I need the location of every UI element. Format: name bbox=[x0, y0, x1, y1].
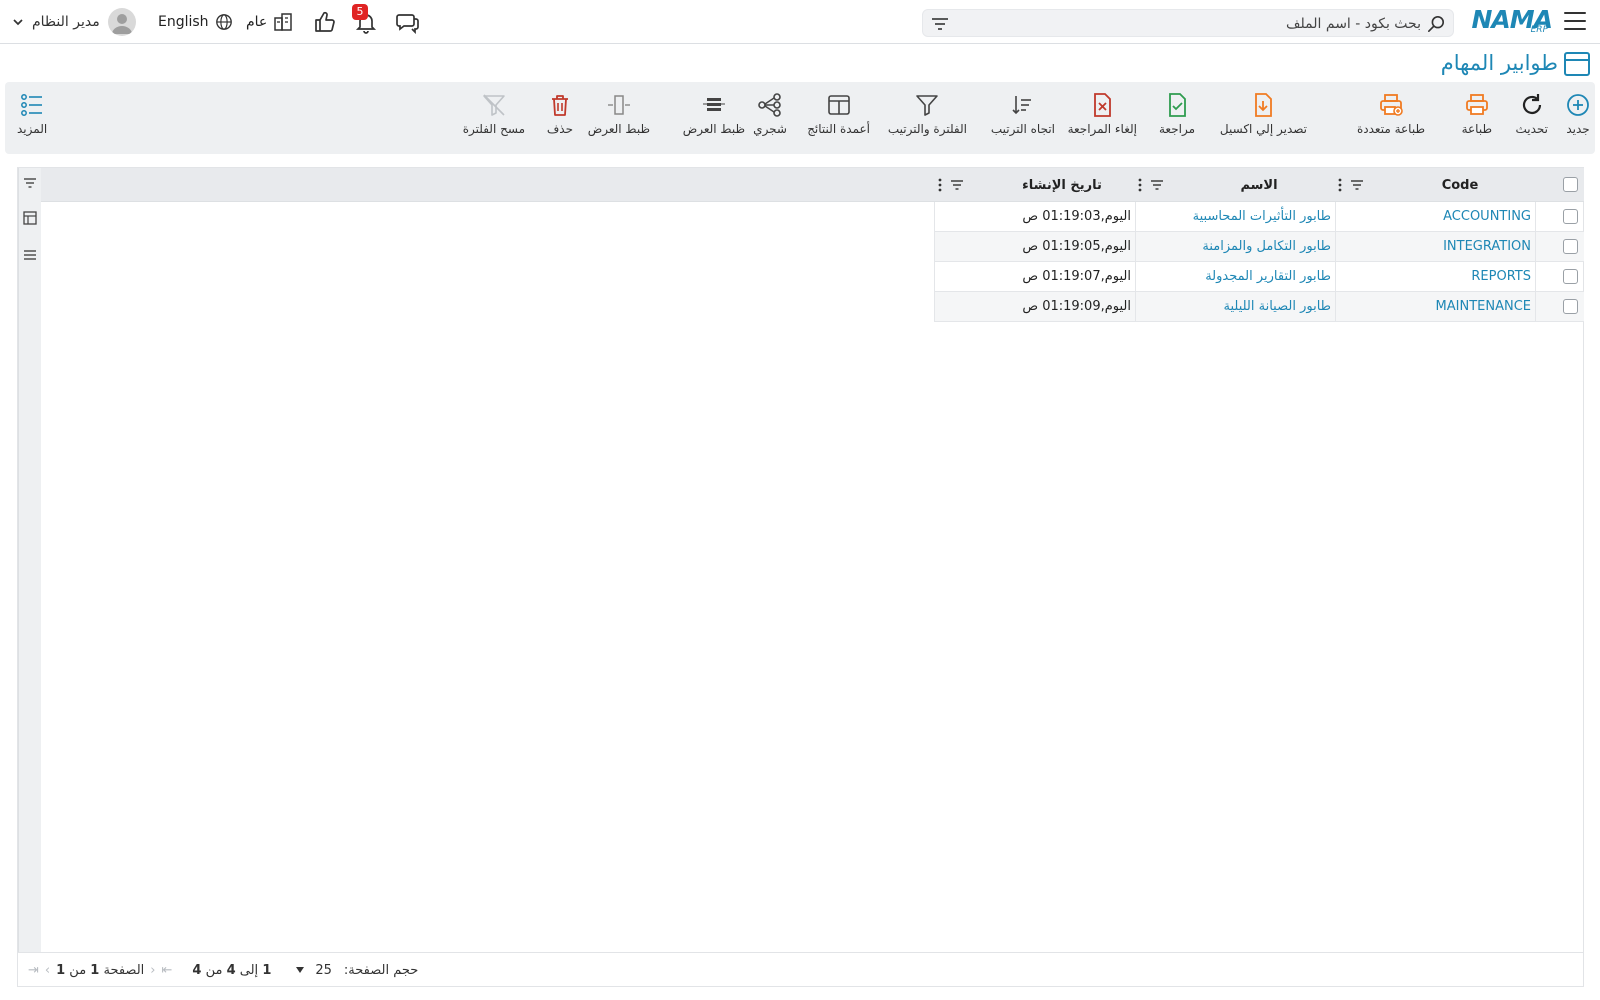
cell-code[interactable]: REPORTS bbox=[1341, 262, 1531, 292]
multi-printer-icon bbox=[1380, 94, 1403, 116]
cell-created: اليوم,01:19:05 ص bbox=[1022, 239, 1131, 254]
building-icon bbox=[274, 13, 293, 31]
column-header-code[interactable]: Code bbox=[1384, 168, 1536, 202]
page-size-control: حجم الصفحة: 25 bbox=[291, 963, 418, 978]
table-row[interactable]: ACCOUNTING طابور التأثيرات المحاسبية الي… bbox=[934, 202, 1584, 232]
cell-name[interactable]: طابور التأثيرات المحاسبية bbox=[1141, 202, 1331, 232]
globe-icon bbox=[215, 14, 232, 30]
row-height-icon bbox=[702, 98, 725, 111]
review-button[interactable]: مراجعة bbox=[1159, 92, 1195, 136]
thumbs-up-icon[interactable] bbox=[313, 10, 337, 34]
file-x-icon bbox=[1094, 93, 1112, 117]
tree-icon bbox=[758, 93, 781, 117]
cell-created: اليوم,01:19:07 ص bbox=[1022, 269, 1131, 284]
export-excel-button[interactable]: تصدير إلي اكسيل bbox=[1220, 92, 1307, 136]
row-checkbox[interactable] bbox=[1563, 269, 1578, 284]
plus-circle-icon bbox=[1567, 94, 1589, 116]
pagination: حجم الصفحة: 25 1 إلى 4 من 4 ⇤ ‹ الصفحة 1… bbox=[28, 961, 418, 979]
prev-page-icon[interactable]: ‹ bbox=[150, 963, 155, 978]
cell-name[interactable]: طابور التكامل والمزامنة bbox=[1141, 232, 1331, 262]
row-checkbox[interactable] bbox=[1563, 239, 1578, 254]
cell-code[interactable]: INTEGRATION bbox=[1341, 232, 1531, 262]
column-filter-icon[interactable] bbox=[1350, 179, 1364, 191]
data-grid: Code الاسم تاريخ الإنشاء ACCOUNTING طابو… bbox=[17, 167, 1584, 987]
file-download-icon bbox=[1255, 93, 1273, 117]
range-summary: 1 إلى 4 من 4 bbox=[192, 962, 272, 978]
search-box bbox=[922, 9, 1454, 37]
result-columns-button[interactable]: أعمدة النتائج bbox=[807, 92, 870, 136]
display-setting-button-2[interactable]: ظبط العرض bbox=[588, 92, 650, 136]
column-filter-icon[interactable] bbox=[950, 179, 964, 191]
language-switch[interactable]: English bbox=[158, 10, 233, 34]
page-title: طوابير المهام bbox=[1440, 51, 1558, 75]
next-page-icon[interactable]: › bbox=[45, 963, 50, 978]
branch-selector[interactable]: عام bbox=[246, 10, 293, 34]
column-menu-icon[interactable] bbox=[1338, 178, 1342, 192]
print-button[interactable]: طباعة bbox=[1462, 92, 1492, 136]
row-checkbox[interactable] bbox=[1563, 299, 1578, 314]
filter-lines-icon[interactable] bbox=[931, 16, 949, 32]
last-page-icon[interactable]: ⇥ bbox=[28, 963, 39, 978]
page-indicator: الصفحة 1 من 1 bbox=[56, 962, 145, 978]
column-header-created[interactable]: تاريخ الإنشاء bbox=[992, 168, 1132, 202]
page-size-select[interactable]: 25 bbox=[291, 963, 336, 978]
chevron-down-icon bbox=[13, 19, 23, 26]
cancel-review-button[interactable]: إلغاء المراجعة bbox=[1068, 92, 1137, 136]
cell-created: اليوم,01:19:03 ص bbox=[1022, 209, 1131, 224]
grid-footer: حجم الصفحة: 25 1 إلى 4 من 4 ⇤ ‹ الصفحة 1… bbox=[18, 952, 1583, 986]
more-button[interactable]: المزيد bbox=[17, 92, 47, 136]
grid-side-panel bbox=[18, 168, 41, 954]
cell-created: اليوم,01:19:09 ص bbox=[1022, 299, 1131, 314]
column-header-name[interactable]: الاسم bbox=[1186, 168, 1332, 202]
search-icon[interactable] bbox=[1427, 15, 1445, 33]
refresh-button[interactable]: تحديث bbox=[1515, 92, 1548, 136]
file-check-icon bbox=[1169, 93, 1186, 117]
column-menu-icon[interactable] bbox=[1138, 178, 1142, 192]
first-page-icon[interactable]: ⇤ bbox=[161, 963, 172, 978]
column-menu-icon[interactable] bbox=[938, 178, 942, 192]
top-bar: NAMA ERP 5 عام English مدير النظام bbox=[0, 0, 1600, 44]
column-filter-icon[interactable] bbox=[1150, 179, 1164, 191]
notification-badge: 5 bbox=[352, 4, 368, 20]
row-checkbox[interactable] bbox=[1563, 209, 1578, 224]
sort-direction-button[interactable]: اتجاه الترتيب bbox=[991, 92, 1055, 136]
select-all-checkbox[interactable] bbox=[1563, 177, 1578, 192]
cell-code[interactable]: ACCOUNTING bbox=[1341, 202, 1531, 232]
toolbar: جديد تحديث طباعة طباعة متعددة تصدير إلي … bbox=[5, 82, 1595, 154]
printer-icon bbox=[1465, 94, 1488, 115]
filter-sort-button[interactable]: الفلترة والترتيب bbox=[888, 92, 967, 136]
display-setting-button-1[interactable]: ظبط العرض bbox=[683, 92, 745, 136]
column-width-icon bbox=[607, 95, 630, 115]
chat-icon[interactable] bbox=[396, 10, 420, 34]
table-header: Code الاسم تاريخ الإنشاء bbox=[41, 168, 1584, 202]
search-input[interactable] bbox=[959, 13, 1421, 35]
app-logo[interactable]: NAMA ERP bbox=[1466, 5, 1553, 37]
filter-lines-icon[interactable] bbox=[23, 176, 37, 190]
delete-button[interactable]: حذف bbox=[547, 92, 573, 136]
menu-icon[interactable] bbox=[1564, 12, 1586, 30]
trash-icon bbox=[551, 95, 568, 116]
avatar bbox=[107, 8, 136, 36]
columns-icon bbox=[827, 95, 850, 115]
tree-view-button[interactable]: شجري bbox=[753, 92, 787, 136]
cell-name[interactable]: طابور الصيانة الليلية bbox=[1141, 292, 1332, 322]
clear-filter-button[interactable]: مسح الفلترة bbox=[463, 92, 525, 136]
table-row[interactable]: MAINTENANCE طابور الصيانة الليلية اليوم,… bbox=[934, 292, 1584, 322]
funnel-icon bbox=[916, 95, 939, 116]
sort-icon bbox=[1012, 96, 1031, 115]
user-menu[interactable]: مدير النظام bbox=[12, 8, 136, 36]
menu-lines-icon[interactable] bbox=[23, 248, 37, 262]
refresh-icon bbox=[1522, 94, 1541, 114]
cell-name[interactable]: طابور التقارير المجدولة bbox=[1141, 262, 1331, 292]
new-button[interactable]: جديد bbox=[1565, 92, 1591, 136]
table-icon[interactable] bbox=[23, 211, 37, 225]
table-row[interactable]: REPORTS طابور التقارير المجدولة اليوم,01… bbox=[934, 262, 1584, 292]
table-row[interactable]: INTEGRATION طابور التكامل والمزامنة اليو… bbox=[934, 232, 1584, 262]
cell-code[interactable]: MAINTENANCE bbox=[1341, 292, 1531, 322]
clear-filter-icon bbox=[483, 94, 505, 116]
multi-print-button[interactable]: طباعة متعددة bbox=[1357, 92, 1425, 136]
window-icon bbox=[1564, 52, 1590, 76]
list-icon bbox=[21, 94, 43, 116]
caret-down-icon bbox=[296, 967, 305, 973]
